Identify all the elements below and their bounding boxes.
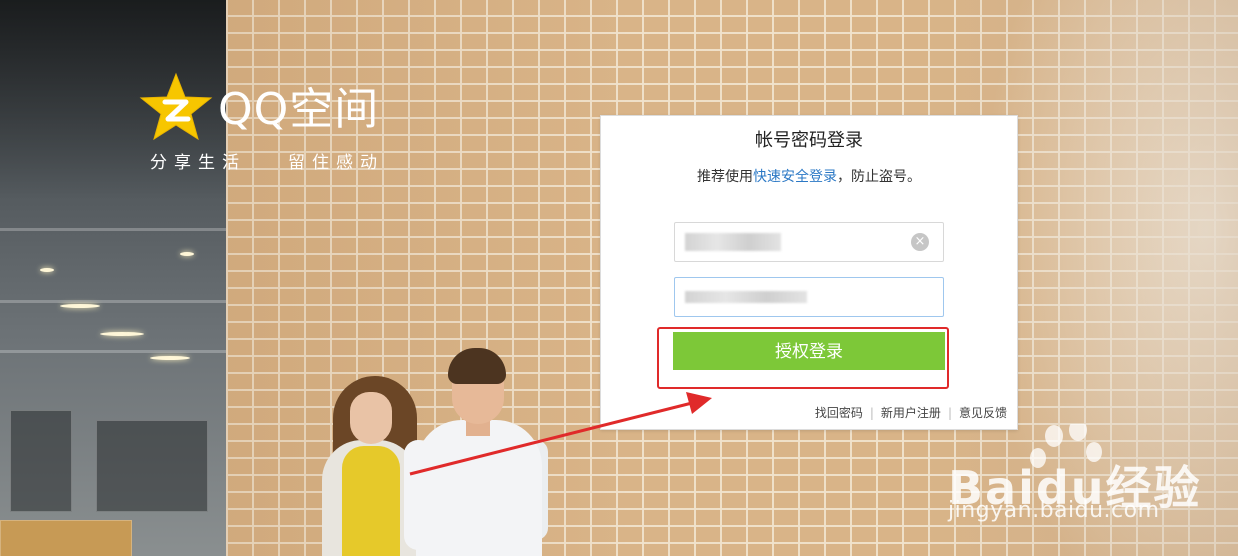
slogan-right: 留住感动 (288, 153, 384, 173)
login-title: 帐号密码登录 (755, 130, 863, 151)
tip-suffix: ，防止盗号。 (837, 169, 921, 185)
qzone-logo: QQ空间 分享生活 留住感动 (138, 72, 398, 173)
quick-login-link[interactable]: 快速安全登录 (753, 169, 837, 185)
footer-links: 找回密码 | 新用户注册 | 意见反馈 (815, 404, 1007, 421)
watermark-url: jingyan.baidu.com (948, 498, 1160, 523)
highlight-box (657, 327, 949, 389)
clear-icon[interactable]: × (911, 233, 929, 251)
baidu-watermark: Baidu经验 jingyan.baidu.com (948, 424, 1228, 544)
tip-prefix: 推荐使用 (697, 169, 753, 185)
password-redacted (685, 291, 807, 303)
login-tip: 推荐使用快速安全登录，防止盗号。 (601, 166, 1017, 186)
username-field[interactable]: × (674, 222, 944, 262)
separator: | (869, 406, 874, 420)
register-link[interactable]: 新用户注册 (881, 406, 941, 420)
brand-name: QQ空间 (218, 84, 380, 135)
separator: | (947, 406, 952, 420)
slogan-left: 分享生活 (150, 153, 246, 173)
feedback-link[interactable]: 意见反馈 (959, 406, 1007, 420)
password-field[interactable] (674, 277, 944, 317)
forgot-password-link[interactable]: 找回密码 (815, 406, 863, 420)
username-redacted (685, 233, 781, 251)
qzone-star-icon (139, 72, 213, 141)
